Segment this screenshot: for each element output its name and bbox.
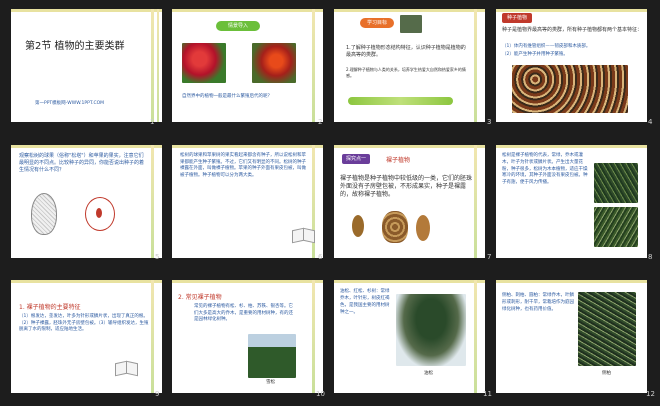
slide-thumbnail-7[interactable]: 探究点一 裸子植物 裸子植物是种子植物中较低级的一类，它们的胚珠外面没有子房壁包… [334,145,485,258]
slide-question: 自然界中的植物一般是最什么繁殖后代的呢？ [182,94,272,99]
slide-top-edge [11,280,162,283]
slide-thumbnail-9[interactable]: 1. 裸子植物的主要特征 （1）根发达，茎发达，叶多为针形或鳞片状，出现了真正的… [11,280,162,393]
flower-photo [252,43,296,83]
slide-point-1: （1）体内有维管组织——韧皮部和木质部。 [502,44,591,49]
cedar-tree-photo [248,334,296,378]
slide-body: （1）根发达，茎发达，叶多为针形或鳞片状，出现了真正的根。（2）种子裸露，胚珠外… [19,314,149,332]
slide-top-edge [496,9,647,12]
slide-thumbnail-12[interactable]: 侧柏、刺柏、圆柏：常绿乔木，叶鳞形或刺形，耐干旱，常栽培作为庭园绿化树种，也有药… [496,280,647,393]
pine-cone-photo [382,211,408,243]
slide-point-2: （2）能产生种子并用种子繁殖。 [502,52,568,57]
photo-caption: 雪松 [266,380,275,385]
seed-photo [416,215,430,241]
slide-heading: 2. 常见裸子植物 [178,294,222,301]
slide-heading: 种子植物 [502,13,532,23]
slide-number: 8 [648,253,653,261]
slide-stripe [474,9,477,122]
pine-branch-photo [594,207,638,247]
slide-thumbnail-8[interactable]: 松树是裸子植物的代表，常绿，乔木或灌木，叶子为针状或鳞片状。产生出大量花粉，种子… [496,145,647,258]
pine-photo [400,15,422,33]
slide-stripe [151,9,154,122]
slide-thumbnail-5[interactable]: 观察松树的球果（俗称"松塔"）和苹果的果实，注意它们最明显的不同点。比较种子的异… [11,145,162,258]
slide-top-edge [334,145,485,148]
slide-top-edge [496,280,647,283]
slide-top-edge [334,9,485,12]
slide-thumbnail-1[interactable]: 第2节 植物的主要类群 第一PPT模板网-WWW.1PPT.COM [11,9,162,122]
photo-caption: 侧柏 [602,371,611,376]
pine-cone-drawing [31,193,57,235]
section-badge: 学习目标 [360,18,394,28]
seeds-photo [512,65,628,113]
section-badge: 探究点一 [342,154,370,164]
slide-stripe [312,280,315,393]
apple-seed [96,208,102,218]
slide-body: 侧柏、刺柏、圆柏：常绿乔木，叶鳞形或刺形，耐干旱，常栽培作为庭园绿化树种，也有药… [502,293,574,312]
slide-number: 12 [646,390,655,398]
slide-stripe [157,9,159,122]
slide-thumbnail-2[interactable]: 情景导入 自然界中的植物一般是最什么繁殖后代的呢？ [172,9,323,122]
slide-stripe [151,280,154,393]
slide-number: 1 [150,118,155,126]
slide-thumbnail-3[interactable]: 学习目标 1.了解种子植物形态结构特征，认识种子植物是植物的最高等的类群。 2.… [334,9,485,122]
arborvitae-photo [578,292,636,366]
book-icon [115,360,137,374]
learning-goal-1: 1.了解种子植物形态结构特征，认识种子植物是植物的最高等的类群。 [346,45,466,58]
slide-thumbnail-4[interactable]: 种子植物 种子是植物界最高等的类群，所有种子植物都有两个基本特征： （1）体内有… [496,9,647,122]
slide-thumbnail-11[interactable]: 油松、红松、杉树：常绿乔木，叶针形，树皮红褐色，是我国主要的用材树种之一。 油松 [334,280,485,393]
learning-goal-2: 2.理解种子植物与人类的关系，培养学生热爱大自然和热爱家乡的情感。 [346,67,466,78]
slide-top-edge [11,9,162,12]
photo-caption: 油松 [424,371,433,376]
slide-heading: 1. 裸子植物的主要特征 [19,304,81,311]
slide-body: 松树的球果和苹果树的果实看起来都含有种子，所以说松树和苹果都能产生种子繁殖。不过… [180,153,306,178]
slide-top-edge [334,280,485,283]
slide-footer: 第一PPT模板网-WWW.1PPT.COM [35,101,105,106]
slide-top-edge [496,145,647,148]
slide-body: 松树是裸子植物的代表，常绿，乔木或灌木，叶子为针状或鳞片状。产生出大量花粉，种子… [502,153,588,186]
flower-photo [182,43,226,83]
slide-body: 油松、红松、杉树：常绿乔木，叶针形，树皮红褐色，是我国主要的用材树种之一。 [340,289,390,315]
seed-photo [352,215,364,237]
slide-top-edge [172,280,323,283]
slide-title: 第2节 植物的主要类群 [25,41,125,52]
chinese-pine-photo [396,294,466,366]
slide-body: 常见的裸子植物有松、杉、柏、苏铁、银杏等。它们大多是高大的乔木，是重要的用材树种… [194,304,293,322]
slide-thumbnail-6[interactable]: 松树的球果和苹果树的果实看起来都含有种子，所以说松树和苹果都能产生种子繁殖。不过… [172,145,323,258]
slide-top-edge [172,145,323,148]
slide-stripe [151,145,154,258]
slide-thumbnail-10[interactable]: 2. 常见裸子植物 常见的裸子植物有松、杉、柏、苏铁、银杏等。它们大多是高大的乔… [172,280,323,393]
slide-body: 裸子植物是种子植物中较低级的一类，它们的胚珠外面没有子房壁包被，不形成果实，种子… [340,175,473,198]
slide-stripe [312,9,315,122]
section-badge: 情景导入 [216,21,260,31]
slide-stripe [474,145,477,258]
pine-needles-photo [594,163,638,203]
slide-body: 观察松树的球果（俗称"松塔"）和苹果的果实，注意它们最明显的不同点。比较种子的异… [19,153,145,173]
slide-top-edge [11,145,162,148]
slide-heading: 裸子植物 [386,157,411,164]
slide-top-edge [172,9,323,12]
grass-decoration [348,97,453,105]
book-icon [292,227,314,241]
slide-stripe [474,280,477,393]
slide-body: 种子是植物界最高等的类群，所有种子植物都有两个基本特征： [502,27,643,33]
